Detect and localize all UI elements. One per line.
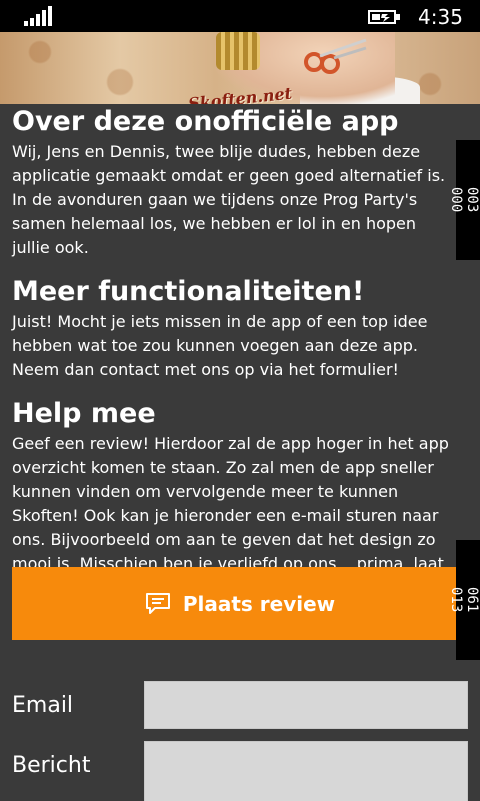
frame-counter-top: 003 000 bbox=[448, 140, 480, 260]
review-button[interactable]: Plaats review bbox=[12, 567, 468, 640]
status-bar: 4:35 bbox=[0, 0, 480, 32]
banner-bracelet bbox=[216, 32, 260, 70]
section-title: Over deze onofficiële app bbox=[12, 106, 399, 137]
counter-value: 061 bbox=[464, 587, 480, 613]
about-content: Over deze onofficiële app Wij, Jens en D… bbox=[12, 104, 456, 614]
signal-icon bbox=[24, 6, 52, 26]
section-features: Meer functionaliteiten! Juist! Mocht je … bbox=[12, 274, 456, 382]
scissors-icon bbox=[304, 38, 367, 74]
clock: 4:35 bbox=[418, 5, 463, 29]
section-title: Help mee bbox=[12, 398, 156, 429]
section-body: Wij, Jens en Dennis, twee blije dudes, h… bbox=[12, 142, 446, 257]
frame-counter-bottom: 061 013 bbox=[448, 540, 480, 660]
battery-charging-icon bbox=[368, 10, 400, 24]
message-field[interactable] bbox=[144, 741, 468, 801]
review-button-label: Plaats review bbox=[182, 591, 336, 616]
chat-bubble-icon bbox=[145, 592, 170, 614]
email-field[interactable] bbox=[144, 681, 468, 729]
section-about: Over deze onofficiële app Wij, Jens en D… bbox=[12, 104, 456, 260]
message-label: Bericht bbox=[12, 753, 91, 778]
counter-value: 013 bbox=[448, 587, 464, 613]
header-banner: Skoften.net bbox=[0, 32, 480, 104]
email-label: Email bbox=[12, 693, 74, 718]
counter-value: 000 bbox=[448, 187, 464, 213]
section-body: Juist! Mocht je iets missen in de app of… bbox=[12, 312, 428, 379]
section-title: Meer functionaliteiten! bbox=[12, 276, 365, 307]
counter-value: 003 bbox=[464, 187, 480, 213]
